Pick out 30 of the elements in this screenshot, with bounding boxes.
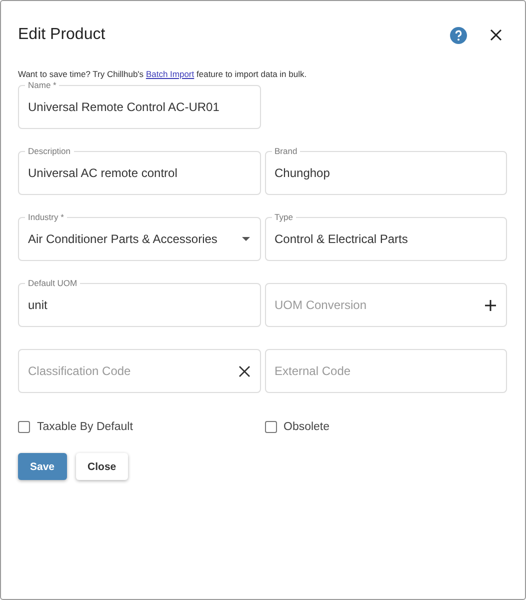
- close-dialog-button[interactable]: Close: [76, 453, 128, 480]
- field-value: Universal AC remote control: [28, 166, 178, 180]
- field-placeholder: Classification Code: [28, 364, 132, 378]
- hint-text: Want to save time? Try Chillhub's Batch Import feature to import data in bulk.: [18, 69, 308, 80]
- dialog-title: Edit Product: [18, 26, 106, 44]
- field-value: Chunghop: [274, 166, 331, 180]
- field-label: Name *: [25, 80, 60, 90]
- field-value: Universal Remote Control AC-UR01: [28, 100, 220, 114]
- field-label: Industry *: [25, 212, 67, 222]
- add-icon[interactable]: [485, 300, 496, 310]
- help-button[interactable]: [447, 24, 469, 46]
- field-value: Air Conditioner Parts & Accessories: [28, 232, 218, 246]
- close-icon: [490, 29, 502, 41]
- batch-import-link[interactable]: Batch Import: [146, 69, 194, 79]
- checkbox-label: Taxable By Default: [37, 421, 133, 433]
- field-label: Description: [25, 146, 74, 156]
- field-placeholder: External Code: [274, 364, 352, 378]
- field-label: Default UOM: [25, 278, 80, 288]
- clear-icon[interactable]: [238, 366, 250, 376]
- dropdown-caret-icon[interactable]: [242, 237, 250, 241]
- field-value: unit: [28, 298, 48, 312]
- field-label: Type: [272, 212, 296, 222]
- checkbox[interactable]: [18, 421, 30, 433]
- checkbox[interactable]: [264, 421, 276, 433]
- field-label: Brand: [272, 146, 300, 156]
- field-placeholder: UOM Conversion: [274, 298, 368, 312]
- save-button[interactable]: Save: [18, 453, 67, 480]
- checkbox-label: Obsolete: [284, 421, 330, 433]
- field-value: Control & Electrical Parts: [274, 232, 409, 246]
- help-icon: [450, 26, 466, 44]
